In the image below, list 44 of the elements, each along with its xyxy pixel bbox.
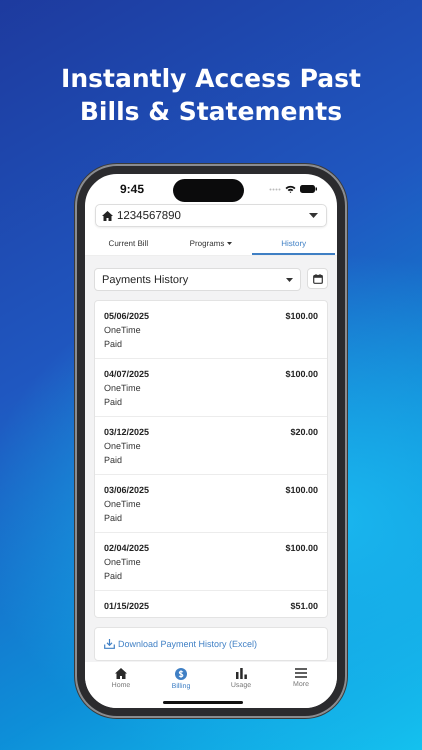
headline: Bills & Statements <box>78 96 344 128</box>
caret-icon <box>309 213 318 218</box>
home-icon <box>102 210 113 220</box>
payment-amount: $51.00 <box>290 600 318 613</box>
payment-date: 05/06/2025 <box>104 310 150 323</box>
payment-amount: $100.00 <box>285 484 318 497</box>
caret-icon <box>286 278 293 282</box>
payment-status: Paid <box>104 570 122 583</box>
payment-amount: $100.00 <box>285 310 318 323</box>
headline: Instantly Access Past <box>61 63 361 95</box>
payment-status: Paid <box>104 454 122 467</box>
account-dropdown[interactable]: 1234567890 <box>95 204 327 227</box>
payment-type: OneTime <box>104 324 141 337</box>
calendar-icon <box>312 274 322 284</box>
menu-icon <box>295 668 307 678</box>
history-type-dropdown[interactable]: Payments History <box>94 268 301 291</box>
home-icon <box>115 668 127 679</box>
camera-notch <box>173 179 244 202</box>
payment-date: 02/04/2025 <box>104 542 150 555</box>
payment-amount: $100.00 <box>285 542 318 555</box>
status-time: 9:45 <box>120 182 144 196</box>
bar-chart-icon <box>236 668 246 679</box>
payment-date: 03/06/2025 <box>104 484 150 497</box>
dollar-icon <box>175 668 187 680</box>
wifi-icon <box>285 185 296 193</box>
payment-date: 01/15/2025 <box>104 600 150 613</box>
battery-icon <box>300 185 317 193</box>
payment-date: 03/12/2025 <box>104 426 150 439</box>
payment-date: 04/07/2025 <box>104 368 150 381</box>
payment-status: Paid <box>104 338 122 351</box>
tab[interactable]: Current Bill <box>87 233 170 255</box>
payment-type: OneTime <box>104 440 141 453</box>
download-icon <box>104 639 115 649</box>
download-link[interactable]: Download Payment History (Excel) <box>104 639 258 649</box>
signal-icon <box>269 188 281 190</box>
payment-type: OneTime <box>104 382 141 395</box>
payment-type: OneTime <box>104 498 141 511</box>
payment-amount: $100.00 <box>285 368 318 381</box>
payment-type: OneTime <box>104 556 141 569</box>
tab[interactable]: Programs <box>170 233 252 255</box>
calendar-button[interactable] <box>307 268 328 289</box>
payment-status: Paid <box>104 512 122 525</box>
payment-amount: $20.00 <box>290 426 318 439</box>
payment-status: Paid <box>104 396 122 409</box>
